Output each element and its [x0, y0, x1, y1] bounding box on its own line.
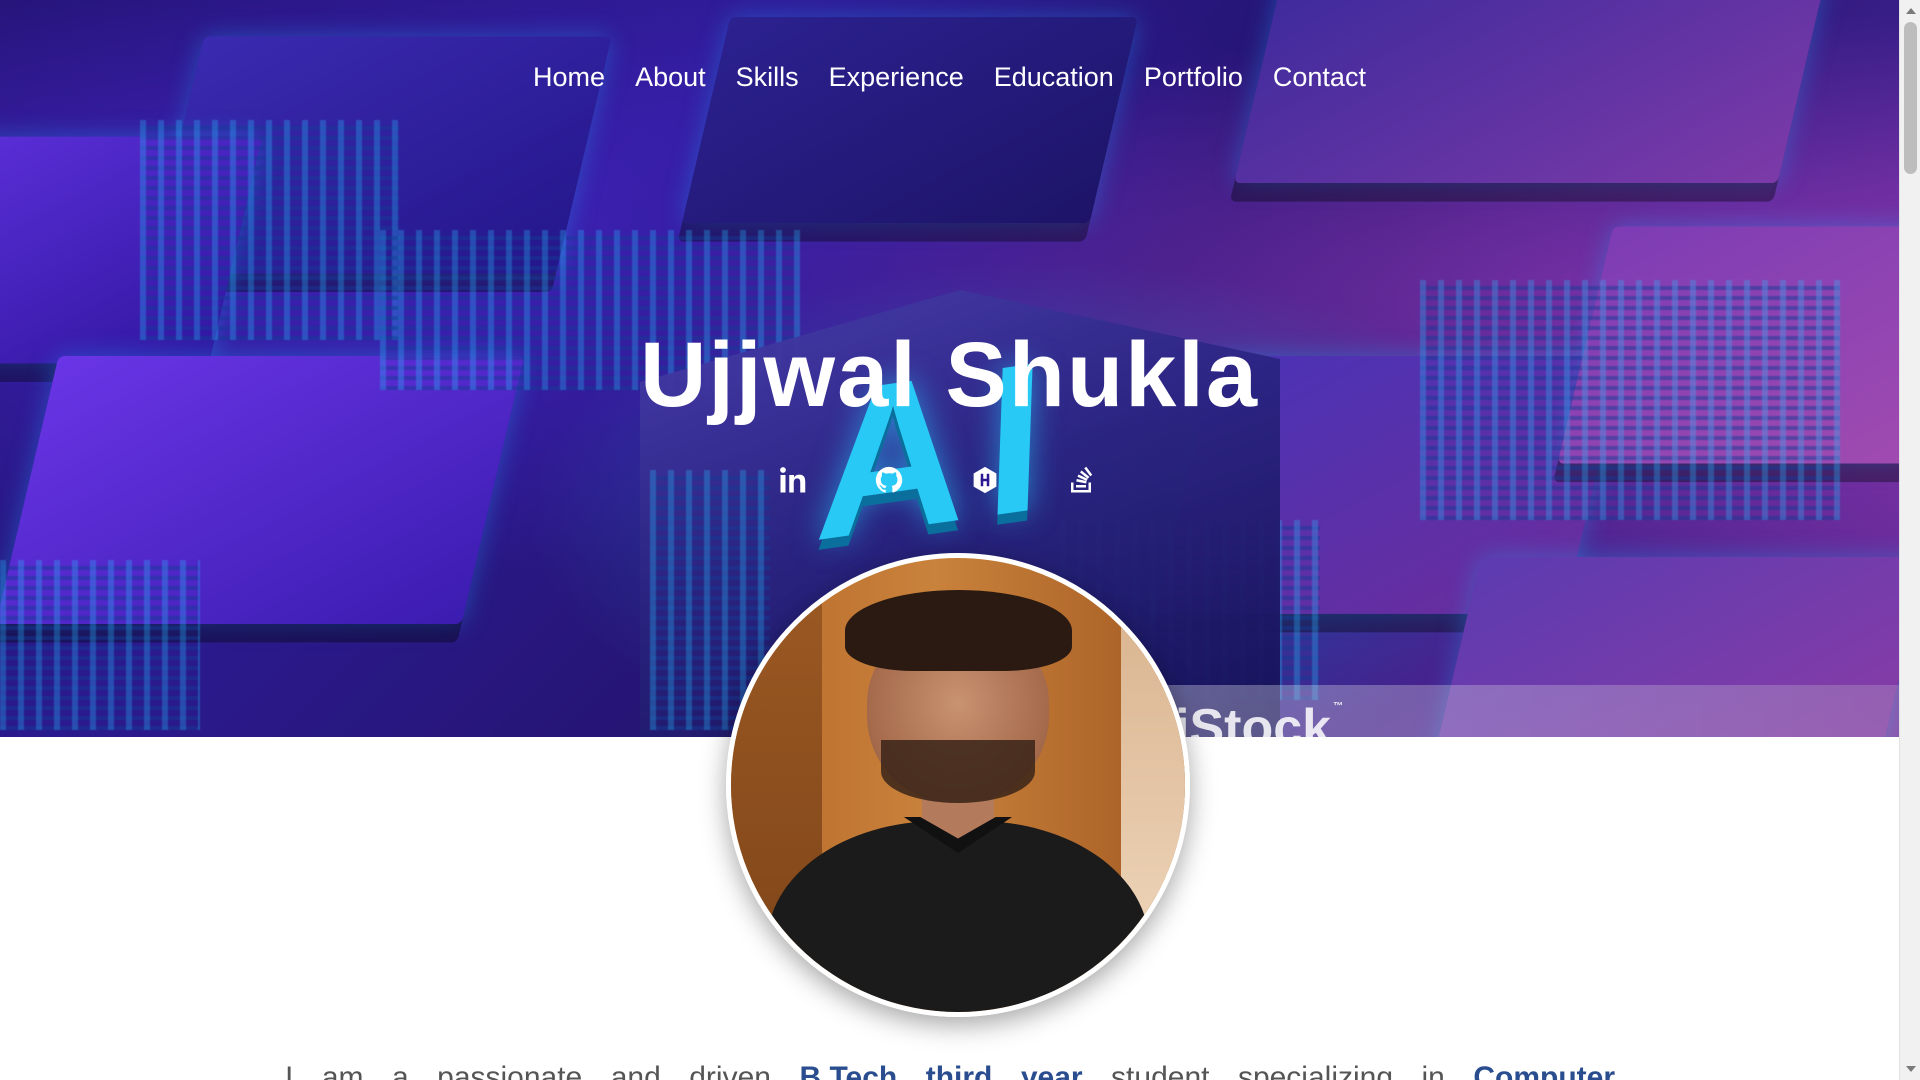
github-link[interactable] [871, 462, 907, 498]
nav-skills[interactable]: Skills [721, 60, 814, 94]
bg-circuit-lights [140, 120, 400, 340]
intro-text-1: I am a passionate and driven [285, 1061, 800, 1080]
scroll-up-icon[interactable] [1906, 8, 1916, 14]
nav-about[interactable]: About [620, 60, 721, 94]
hackerrank-icon [973, 466, 997, 494]
page-scrollbar[interactable] [1899, 0, 1920, 1080]
intro-highlight-field: Computer [1473, 1061, 1616, 1080]
avatar [726, 553, 1190, 1017]
watermark-label: iStock [1175, 699, 1332, 737]
bg-circuit-lights [0, 560, 200, 730]
main-nav: Home About Skills Experience Education P… [0, 60, 1899, 94]
intro-highlight-degree: B.Tech third year [799, 1061, 1083, 1080]
avatar-beard [880, 739, 1036, 804]
social-links [775, 462, 1099, 498]
scroll-thumb[interactable] [1904, 22, 1917, 174]
nav-contact[interactable]: Contact [1258, 60, 1381, 94]
hackerrank-link[interactable] [967, 462, 1003, 498]
linkedin-link[interactable] [775, 462, 811, 498]
stackoverflow-icon [1071, 466, 1093, 493]
intro-paragraph: I am a passionate and driven B.Tech thir… [285, 1058, 1615, 1080]
nav-experience[interactable]: Experience [814, 60, 979, 94]
watermark: iStock ™ [1175, 699, 1344, 738]
page-title: Ujjwal Shukla [639, 324, 1260, 426]
stackoverflow-link[interactable] [1063, 462, 1099, 498]
nav-home[interactable]: Home [518, 60, 620, 94]
bg-cube [682, 16, 1138, 224]
page: AI iStock ™ Home About Skills Experience … [0, 0, 1920, 1080]
avatar-hair [844, 589, 1072, 672]
nav-education[interactable]: Education [979, 60, 1129, 94]
intro-text-2: student specializing in [1082, 1061, 1474, 1080]
linkedin-icon [780, 467, 806, 493]
watermark-tm: ™ [1333, 701, 1344, 712]
nav-portfolio[interactable]: Portfolio [1129, 60, 1258, 94]
github-icon [875, 466, 903, 493]
scroll-down-icon[interactable] [1906, 1066, 1916, 1072]
